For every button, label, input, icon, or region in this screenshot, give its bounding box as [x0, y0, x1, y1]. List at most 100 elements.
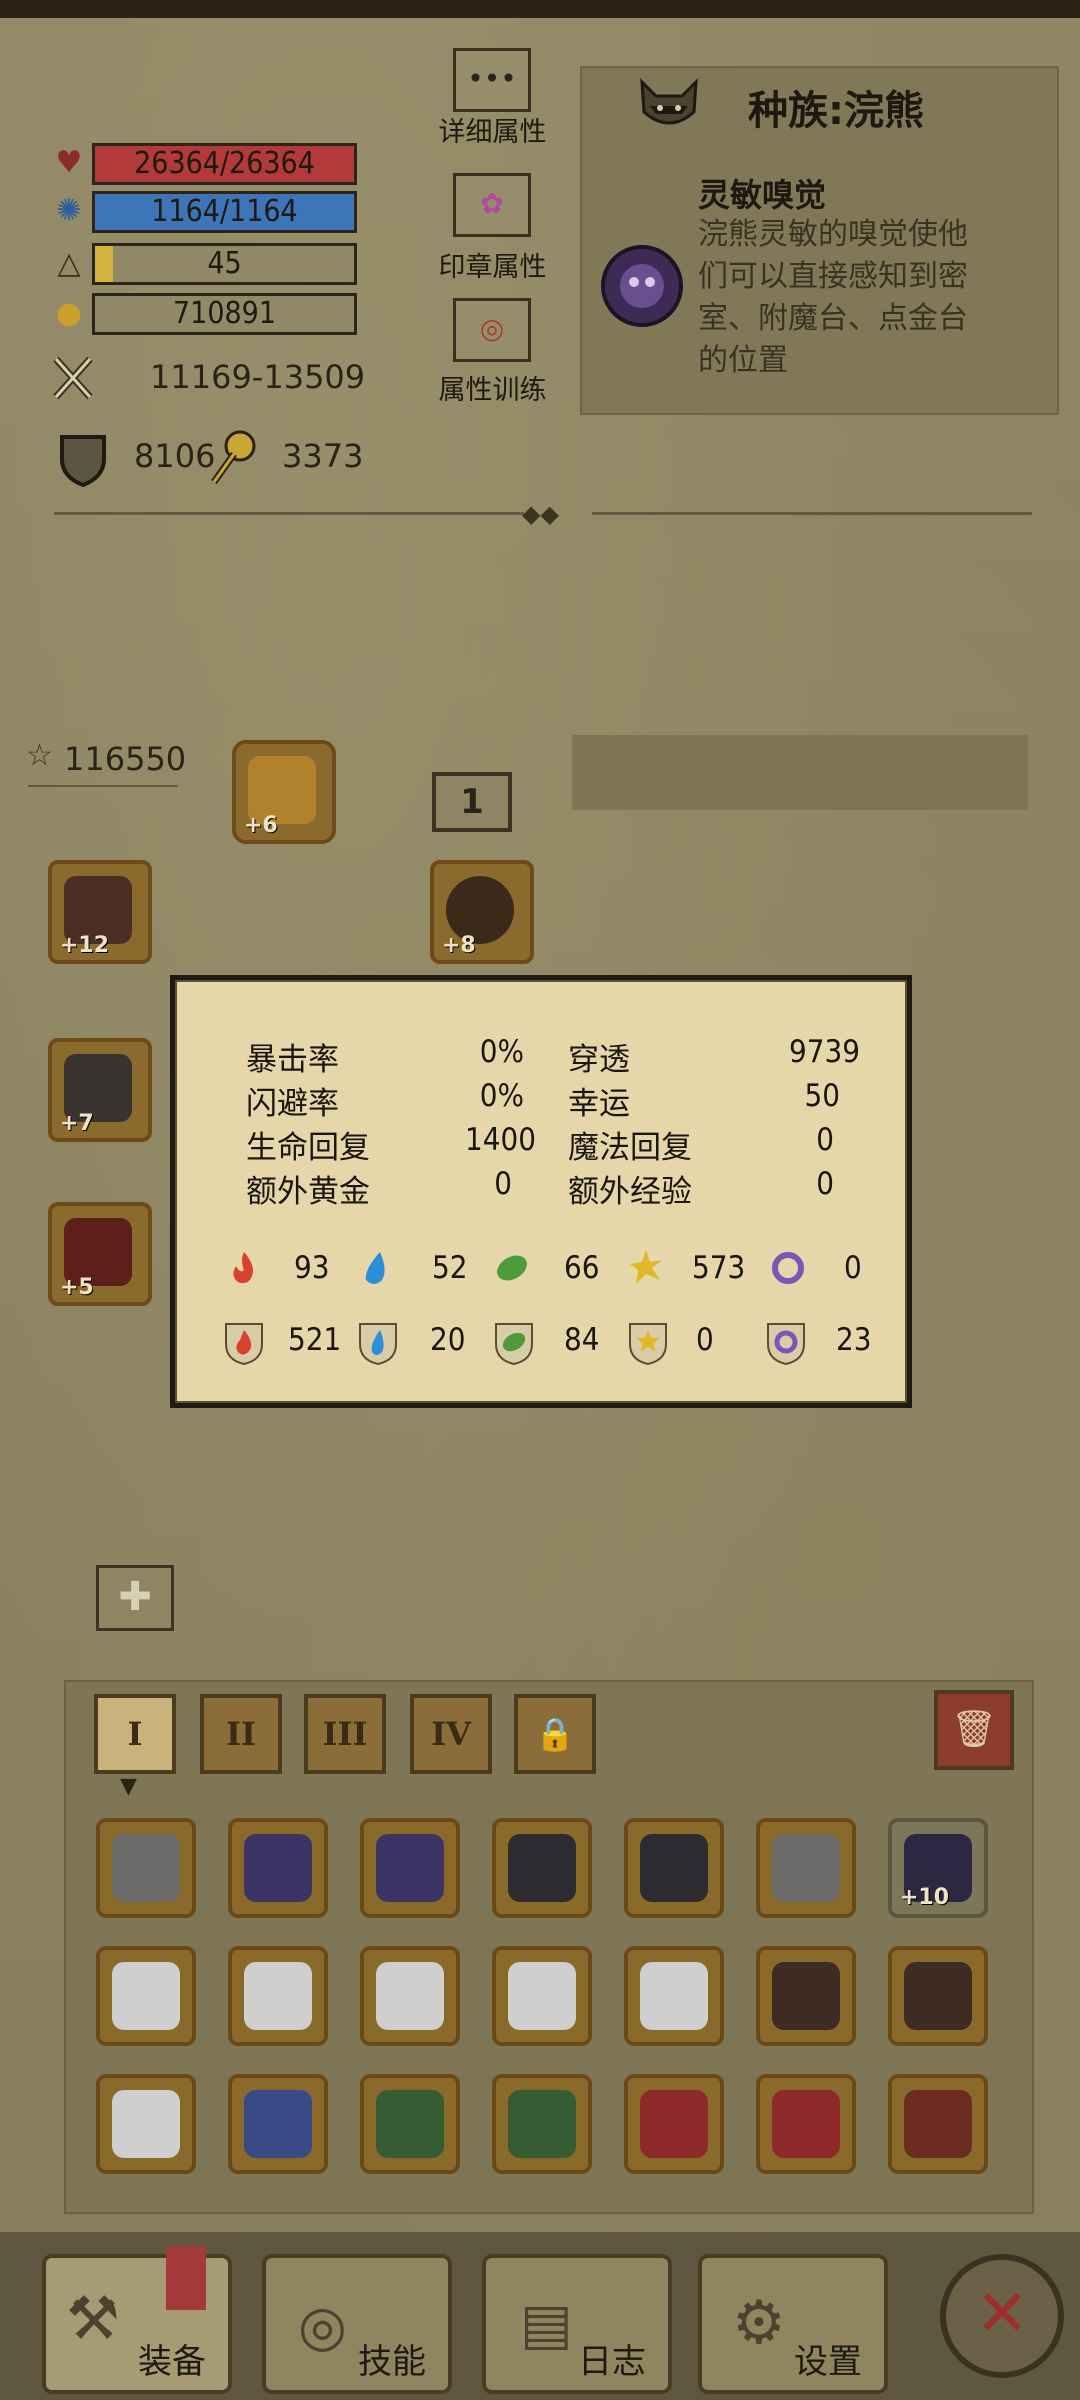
crit-rate-label: 暴击率: [246, 1042, 339, 1078]
divider-right: [592, 512, 1032, 515]
inventory-slot[interactable]: [492, 2074, 592, 2174]
flower-icon: ✿: [480, 187, 504, 220]
water-resist-value: 20: [430, 1322, 466, 1358]
level-value: 45: [207, 246, 242, 281]
dots-icon: •••: [467, 62, 517, 95]
mp-regen-label: 魔法回复: [568, 1130, 692, 1166]
inventory-slot[interactable]: [96, 1818, 196, 1918]
gear-icon: ⚙: [732, 2288, 786, 2358]
fire-resist-icon: [225, 1323, 263, 1366]
inventory-slot[interactable]: [492, 1818, 592, 1918]
inventory-slot[interactable]: [228, 2074, 328, 2174]
inventory-slot[interactable]: [360, 2074, 460, 2174]
skill-icon: ◎: [298, 2294, 347, 2359]
inventory-slot[interactable]: [888, 1946, 988, 2046]
nature-attack-icon: [497, 1255, 527, 1281]
luck-value: 50: [804, 1078, 840, 1114]
inventory-slot[interactable]: [492, 1946, 592, 2046]
detail-attributes-button[interactable]: •••: [453, 48, 531, 112]
mp-value: 1164/1164: [151, 194, 298, 229]
weapon-slot[interactable]: +7: [48, 1038, 152, 1142]
mp-regen-value: 0: [816, 1122, 834, 1158]
inventory-tab-1[interactable]: I: [94, 1694, 176, 1774]
inventory-slot[interactable]: [228, 1818, 328, 1918]
dodge-rate-value: 0%: [479, 1078, 524, 1114]
dark-resist-icon: [767, 1323, 805, 1366]
attack-value: 11169-13509: [150, 358, 366, 396]
nav-skills-label: 技能: [358, 2342, 426, 2382]
water-attack-icon: [365, 1252, 385, 1284]
glove-slot[interactable]: +5: [48, 1202, 152, 1306]
inventory-slot[interactable]: [360, 1818, 460, 1918]
active-tab-indicator: ▼: [120, 1774, 137, 1799]
axe-icon: ⚒: [66, 2284, 120, 2354]
close-button[interactable]: ✕: [940, 2254, 1064, 2378]
power-value: 116550: [64, 740, 187, 778]
trash-button[interactable]: 🗑: [934, 1690, 1014, 1770]
inventory-slot[interactable]: [96, 1946, 196, 2046]
inventory-slot[interactable]: [756, 2074, 856, 2174]
inventory-tab-3[interactable]: III: [304, 1694, 386, 1774]
nav-skills-button[interactable]: ◎ 技能: [262, 2254, 452, 2394]
nav-ribbon: [166, 2246, 206, 2310]
inventory-slot[interactable]: [624, 1946, 724, 2046]
nav-log-button[interactable]: ▤ 日志: [482, 2254, 672, 2394]
dark-resist-value: 23: [836, 1322, 872, 1358]
skill-desc-line: 们可以直接感知到密: [698, 259, 968, 294]
skill-name: 灵敏嗅觉: [698, 176, 827, 214]
skill-desc-line: 的位置: [698, 343, 788, 378]
dark-attack-value: 0: [844, 1250, 862, 1286]
add-slot-button[interactable]: ✚: [96, 1565, 174, 1631]
nav-equip-label: 装备: [138, 2342, 206, 2382]
magic-defense-icon: [211, 430, 256, 485]
glove-plus-label: +5: [60, 1275, 94, 1300]
power-star-icon: ☆: [26, 738, 53, 773]
gold-icon: ●: [55, 296, 83, 331]
attribute-training-label[interactable]: 属性训练: [420, 368, 565, 407]
light-attack-value: 573: [692, 1250, 746, 1286]
mp-bar: 1164/1164: [92, 191, 357, 233]
gold-value: 710891: [172, 296, 276, 331]
dark-attack-icon: [772, 1252, 804, 1284]
helmet-slot[interactable]: +6: [232, 740, 336, 844]
inventory-slot[interactable]: [756, 1946, 856, 2046]
light-resist-icon: [629, 1323, 667, 1366]
weapon-plus-label: +7: [60, 1111, 94, 1136]
inventory-slot[interactable]: [624, 2074, 724, 2174]
keen-smell-skill-icon[interactable]: [600, 244, 684, 328]
attribute-training-button[interactable]: ◎: [453, 298, 531, 362]
extra-exp-label: 额外经验: [568, 1174, 692, 1210]
amulet-slot[interactable]: +8: [430, 860, 534, 964]
hp-bar: 26364/26364: [92, 143, 357, 185]
inventory-slot[interactable]: [624, 1818, 724, 1918]
inventory-slot[interactable]: +10: [888, 1818, 988, 1918]
hp-regen-label: 生命回复: [246, 1130, 370, 1166]
inventory-tab-locked[interactable]: 🔒: [514, 1694, 596, 1774]
crossed-swords-icon: [53, 356, 93, 400]
detail-attributes-label[interactable]: 详细属性: [420, 110, 565, 149]
crit-rate-value: 0%: [479, 1034, 524, 1070]
raccoon-icon: [640, 78, 698, 125]
level-icon: △: [57, 246, 81, 281]
close-icon: ✕: [975, 2277, 1029, 2351]
inventory-tab-2[interactable]: II: [200, 1694, 282, 1774]
seal-attributes-button[interactable]: ✿: [453, 173, 531, 237]
helmet-plus-label: +6: [244, 813, 278, 838]
race-title: 种族:浣熊: [748, 88, 924, 134]
shoulder-slot[interactable]: +12: [48, 860, 152, 964]
inventory-slot[interactable]: [888, 2074, 988, 2174]
inventory-slot[interactable]: [96, 2074, 196, 2174]
seal-attributes-label[interactable]: 印章属性: [420, 245, 565, 284]
inventory-tab-4[interactable]: IV: [410, 1694, 492, 1774]
inventory-slot[interactable]: [228, 1946, 328, 2046]
inventory-slot[interactable]: [360, 1946, 460, 2046]
inventory-slot[interactable]: [756, 1818, 856, 1918]
skill-desc-line: 室、附魔台、点金台: [698, 301, 968, 336]
loadout-number[interactable]: 1: [432, 772, 512, 832]
trash-icon: 🗑: [951, 1709, 997, 1750]
nature-attack-value: 66: [564, 1250, 600, 1286]
nav-log-label: 日志: [578, 2342, 646, 2382]
nav-settings-button[interactable]: ⚙ 设置: [698, 2254, 888, 2394]
defense-value: 8106: [134, 437, 216, 475]
fire-attack-value: 93: [294, 1250, 330, 1286]
